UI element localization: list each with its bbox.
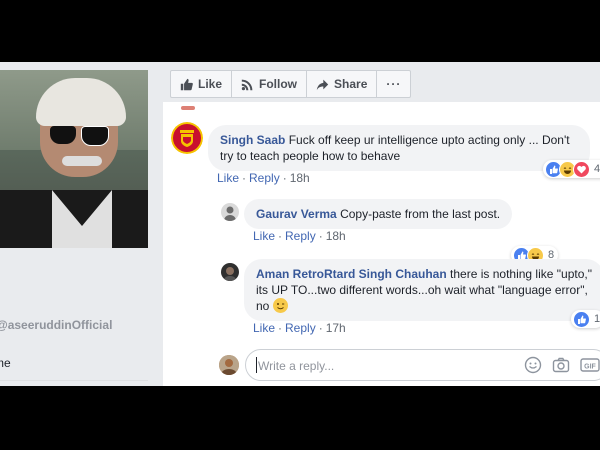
reply-timestamp[interactable]: 18h — [326, 229, 346, 243]
comments-panel: Singh Saab Fuck off keep ur intelligence… — [163, 102, 600, 386]
rss-follow-icon — [241, 79, 253, 90]
camera-icon[interactable] — [552, 356, 570, 374]
svg-text:GIF: GIF — [584, 364, 596, 371]
like-page-button[interactable]: Like — [170, 70, 233, 98]
reply-bubble: Gaurav Verma Copy-paste from the last po… — [244, 199, 513, 229]
like-page-label: Like — [198, 77, 223, 91]
current-user-avatar — [219, 355, 239, 375]
emoji-icon[interactable] — [524, 356, 542, 374]
avatar[interactable] — [171, 122, 203, 154]
profile-handle-text: aseeruddinOfficial — [7, 318, 113, 332]
nav-item-home[interactable]: me — [0, 356, 11, 370]
comment-like-link[interactable]: Like — [217, 171, 239, 185]
reply-bubble: Aman RetroRtard Singh Chauhan there is n… — [244, 259, 600, 321]
reply-actions: Like · Reply · 18h — [253, 229, 346, 243]
previous-comment-edge — [181, 106, 195, 110]
comment-timestamp[interactable]: 18h — [290, 171, 310, 185]
reply-reply-link[interactable]: Reply — [285, 321, 316, 335]
thumbs-up-icon — [180, 78, 193, 90]
reply-actions: Like · Reply · 17h — [253, 321, 346, 335]
letterbox-top — [0, 0, 600, 62]
comment-bubble: Singh Saab Fuck off keep ur intelligence… — [208, 125, 590, 171]
reply-text: Copy-paste from the last post. — [340, 207, 501, 221]
wink-emoji-icon — [272, 298, 288, 313]
facebook-page: aseeruddin ah✓ @aseeruddinOfficial me Li… — [0, 62, 600, 386]
reaction-count: 43 — [594, 163, 600, 175]
reply-author[interactable]: Gaurav Verma — [256, 207, 337, 221]
reply-composer: GIF — [245, 349, 600, 381]
reply-reply-link[interactable]: Reply — [285, 229, 316, 243]
reaction-count: 1 — [594, 313, 600, 325]
share-arrow-icon — [316, 79, 329, 90]
follow-page-label: Follow — [259, 77, 298, 91]
page-action-bar: Like Follow Share ··· — [170, 70, 412, 98]
gif-icon[interactable]: GIF — [580, 356, 600, 374]
avatar[interactable] — [221, 203, 239, 221]
profile-photo[interactable] — [0, 70, 148, 248]
reaction-summary[interactable]: 43 — [543, 160, 600, 178]
comment-reply-link[interactable]: Reply — [249, 171, 280, 185]
reaction-summary[interactable]: 1 — [571, 310, 600, 328]
more-options-icon: ··· — [386, 77, 402, 91]
profile-handle[interactable]: @aseeruddinOfficial — [0, 318, 112, 332]
love-icon — [573, 160, 590, 178]
comment-author[interactable]: Singh Saab — [220, 133, 285, 147]
reply-like-link[interactable]: Like — [253, 321, 275, 335]
share-page-button[interactable]: Share — [307, 70, 378, 98]
like-icon — [573, 310, 590, 328]
divider — [0, 380, 148, 381]
share-page-label: Share — [334, 77, 368, 91]
reply-input[interactable] — [256, 357, 500, 375]
more-options-button[interactable]: ··· — [377, 70, 412, 98]
reply-timestamp[interactable]: 17h — [326, 321, 346, 335]
comment-actions: Like · Reply · 18h — [217, 171, 310, 185]
avatar[interactable] — [221, 263, 239, 281]
manchester-united-crest-icon — [171, 122, 203, 154]
reply-like-link[interactable]: Like — [253, 229, 275, 243]
reply-author[interactable]: Aman RetroRtard Singh Chauhan — [256, 267, 447, 281]
letterbox-bottom — [0, 386, 600, 450]
user-silhouette-icon — [224, 206, 236, 221]
profile-column: aseeruddin ah✓ @aseeruddinOfficial me — [0, 62, 158, 386]
user-photo-icon — [219, 355, 239, 375]
user-photo-icon — [224, 267, 236, 281]
follow-page-button[interactable]: Follow — [232, 70, 308, 98]
